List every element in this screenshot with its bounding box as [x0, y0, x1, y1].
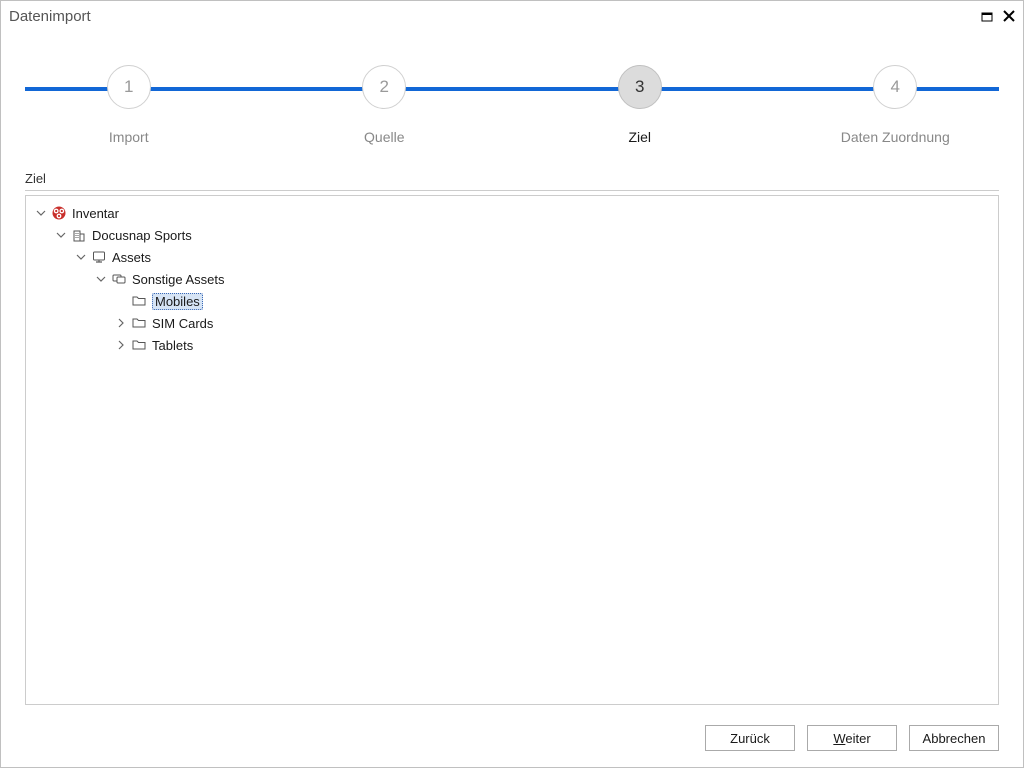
step-label: Daten Zuordnung: [841, 129, 950, 145]
assets-icon: [90, 249, 108, 265]
other-assets-icon: [110, 271, 128, 287]
tree-label: Sonstige Assets: [132, 272, 225, 287]
building-icon: [70, 227, 88, 243]
step-daten-zuordnung[interactable]: 4 Daten Zuordnung: [775, 51, 1015, 145]
folder-icon: [130, 337, 148, 353]
folder-icon: [130, 315, 148, 331]
footer-buttons: Zurück Weiter Abbrechen: [705, 725, 999, 751]
step-quelle[interactable]: 2 Quelle: [264, 51, 504, 145]
chevron-down-icon[interactable]: [74, 250, 88, 264]
tree-row-company[interactable]: Docusnap Sports: [32, 224, 998, 246]
tree-label: Tablets: [152, 338, 193, 353]
cancel-button[interactable]: Abbrechen: [909, 725, 999, 751]
window-title: Datenimport: [9, 8, 91, 25]
tree-row-other-assets[interactable]: Sonstige Assets: [32, 268, 998, 290]
inventory-icon: [50, 205, 68, 221]
next-button-rest: eiter: [845, 731, 870, 746]
tree-row-inventar[interactable]: Inventar: [32, 202, 998, 224]
back-button[interactable]: Zurück: [705, 725, 795, 751]
tree-label: Docusnap Sports: [92, 228, 192, 243]
next-button-accel: W: [833, 731, 845, 746]
maximize-icon[interactable]: [981, 10, 993, 22]
step-circle: 3: [618, 65, 662, 109]
close-icon[interactable]: [1003, 10, 1015, 22]
step-label: Ziel: [628, 129, 651, 145]
tree-row-tablets[interactable]: Tablets: [32, 334, 998, 356]
step-circle: 1: [107, 65, 151, 109]
step-import[interactable]: 1 Import: [9, 51, 249, 145]
tree-label: SIM Cards: [152, 316, 213, 331]
step-circle: 2: [362, 65, 406, 109]
titlebar: Datenimport: [1, 1, 1023, 31]
window-controls: [981, 10, 1015, 22]
tree-panel: Inventar Docusnap Sports: [25, 195, 999, 705]
tree-row-mobiles[interactable]: Mobiles: [32, 290, 998, 312]
next-button[interactable]: Weiter: [807, 725, 897, 751]
chevron-down-icon[interactable]: [94, 272, 108, 286]
tree-label: Inventar: [72, 206, 119, 221]
chevron-down-icon[interactable]: [34, 206, 48, 220]
target-tree: Inventar Docusnap Sports: [32, 202, 998, 356]
chevron-right-icon[interactable]: [114, 338, 128, 352]
tree-row-assets[interactable]: Assets: [32, 246, 998, 268]
step-label: Import: [109, 129, 149, 145]
section-header: Ziel: [25, 171, 999, 191]
tree-label: Assets: [112, 250, 151, 265]
wizard-stepper: 1 Import 2 Quelle 3 Ziel 4 Daten Zuordnu…: [1, 51, 1023, 161]
folder-icon: [130, 293, 148, 309]
step-circle: 4: [873, 65, 917, 109]
tree-row-sim-cards[interactable]: SIM Cards: [32, 312, 998, 334]
step-label: Quelle: [364, 129, 404, 145]
step-ziel[interactable]: 3 Ziel: [520, 51, 760, 145]
chevron-right-icon[interactable]: [114, 316, 128, 330]
tree-label: Mobiles: [152, 293, 203, 310]
chevron-down-icon[interactable]: [54, 228, 68, 242]
